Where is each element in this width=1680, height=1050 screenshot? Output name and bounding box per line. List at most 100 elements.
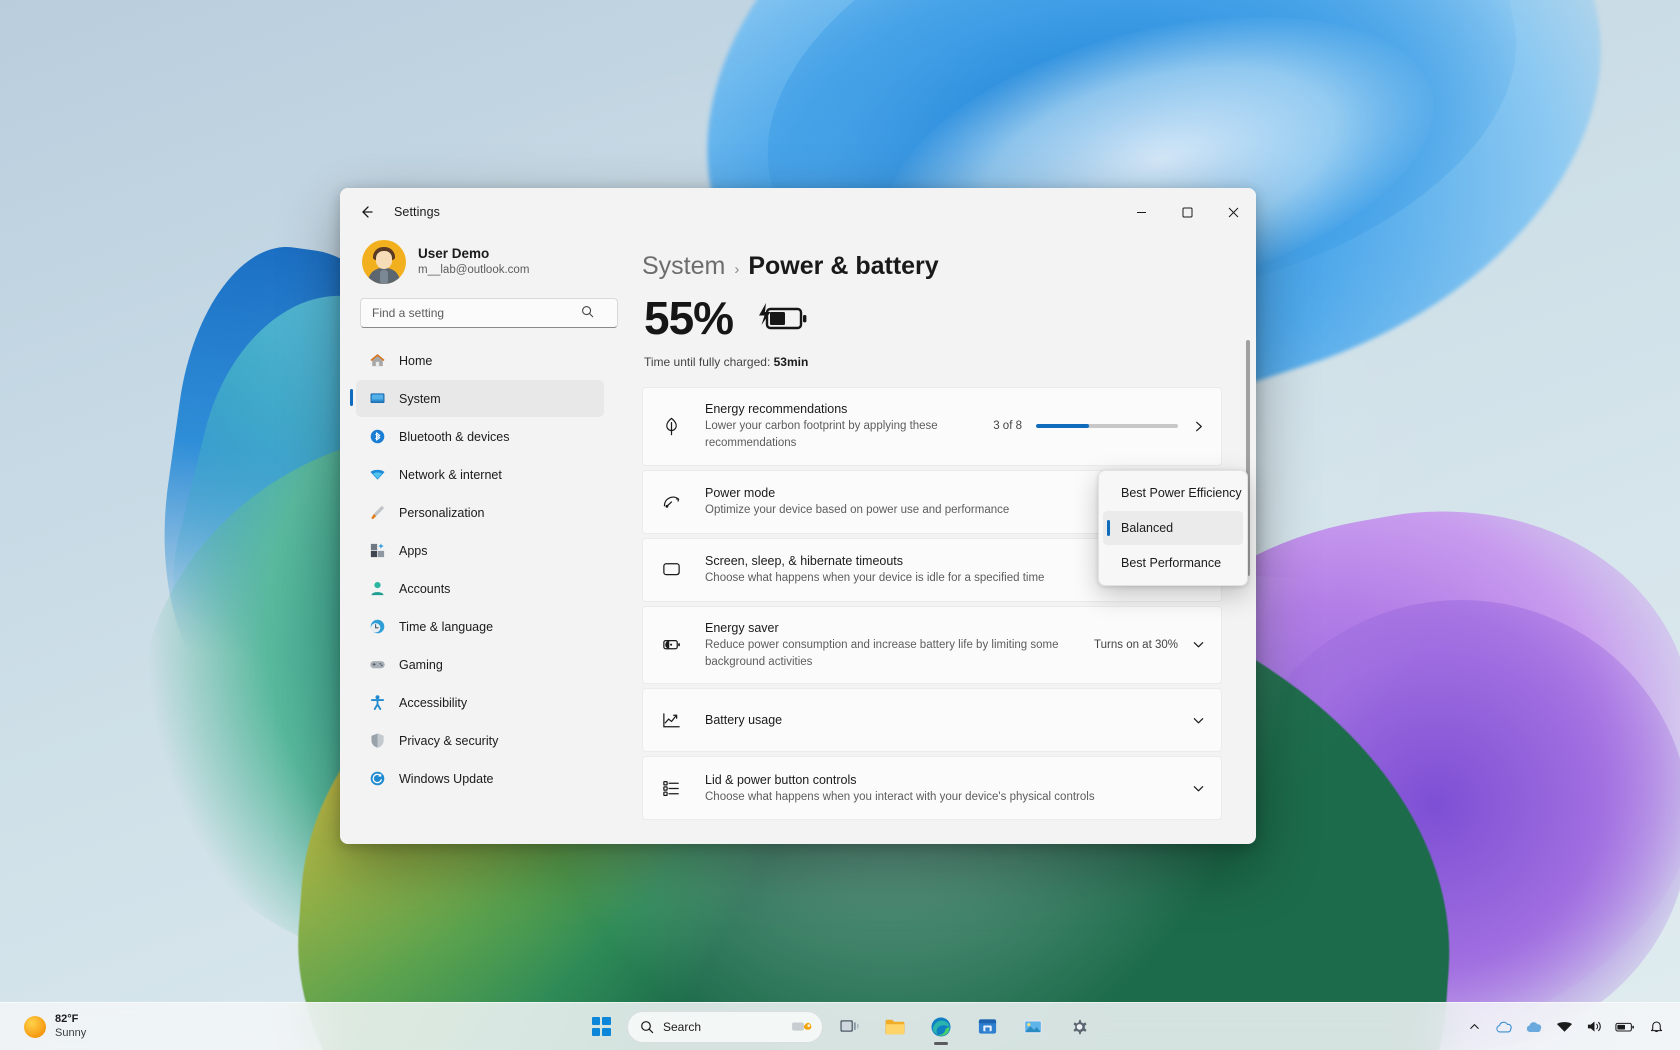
card-trailing bbox=[1192, 714, 1205, 727]
card-title: Lid & power button controls bbox=[705, 772, 857, 787]
sidebar-item-network-internet[interactable]: Network & internet bbox=[356, 456, 604, 493]
card-battery-usage[interactable]: Battery usage bbox=[642, 688, 1222, 753]
sidebar-item-label: Gaming bbox=[399, 657, 443, 672]
sidebar-item-accounts[interactable]: Accounts bbox=[356, 570, 604, 607]
minimize-button[interactable] bbox=[1118, 188, 1164, 236]
card-energy-recommendations[interactable]: Energy recommendations Lower your carbon… bbox=[642, 387, 1222, 466]
sidebar-item-privacy-security[interactable]: Privacy & security bbox=[356, 722, 604, 759]
sidebar-item-label: Home bbox=[399, 353, 433, 368]
file-explorer-button[interactable] bbox=[875, 1007, 915, 1047]
weather-condition: Sunny bbox=[55, 1026, 87, 1039]
task-view-button[interactable] bbox=[829, 1007, 869, 1047]
cloud-sync-icon bbox=[1526, 1021, 1542, 1032]
list-settings-icon bbox=[659, 778, 683, 799]
volume-tray-button[interactable] bbox=[1580, 1011, 1608, 1043]
sidebar-item-apps[interactable]: Apps bbox=[356, 532, 604, 569]
battery-tray-button[interactable] bbox=[1610, 1011, 1640, 1043]
card-text: Battery usage bbox=[705, 699, 1192, 741]
card-trailing bbox=[1192, 782, 1205, 795]
sidebar-item-home[interactable]: Home bbox=[356, 342, 604, 379]
sidebar-item-label: Accessibility bbox=[399, 695, 468, 710]
file-explorer-icon bbox=[885, 1019, 905, 1034]
sidebar: User Demo m__lab@outlook.com Find a sett… bbox=[340, 236, 620, 844]
card-lid-power-button-controls[interactable]: Lid & power button controls Choose what … bbox=[642, 756, 1222, 821]
chevron-right-icon[interactable] bbox=[1192, 420, 1205, 433]
card-trailing: Turns on at 30% bbox=[1094, 638, 1205, 651]
battery-saver-icon bbox=[659, 634, 683, 655]
system-tray bbox=[1460, 1011, 1670, 1043]
card-trailing: 3 of 8 bbox=[993, 420, 1205, 433]
battery-percentage: 55% bbox=[644, 292, 734, 344]
sidebar-item-label: Network & internet bbox=[399, 467, 502, 482]
person-icon bbox=[368, 580, 386, 598]
power-mode-option-balanced[interactable]: Balanced bbox=[1103, 511, 1243, 545]
breadcrumb-parent[interactable]: System bbox=[642, 252, 725, 281]
battery-tray-icon bbox=[1615, 1022, 1634, 1032]
card-description: Choose what happens when your device is … bbox=[705, 572, 1045, 585]
microsoft-store-icon bbox=[978, 1019, 996, 1034]
sidebar-item-accessibility[interactable]: Accessibility bbox=[356, 684, 604, 721]
microsoft-store-button[interactable] bbox=[967, 1007, 1007, 1047]
taskbar-search-box[interactable]: Search bbox=[627, 1010, 823, 1043]
account-email: m__lab@outlook.com bbox=[418, 264, 530, 277]
bluetooth-icon bbox=[368, 428, 386, 446]
taskbar-weather-widget[interactable]: 82°F Sunny bbox=[16, 1010, 94, 1044]
back-button[interactable] bbox=[350, 196, 382, 228]
card-description: Optimize your device based on power use … bbox=[705, 504, 1010, 517]
card-title: Energy saver bbox=[705, 620, 779, 635]
settings-taskbar-button[interactable] bbox=[1059, 1007, 1099, 1047]
window-controls bbox=[1118, 188, 1256, 236]
sidebar-item-system[interactable]: System bbox=[350, 380, 604, 417]
start-button[interactable] bbox=[581, 1007, 621, 1047]
battery-charging-icon bbox=[753, 301, 809, 340]
photos-button[interactable] bbox=[1013, 1007, 1053, 1047]
sidebar-item-label: Bluetooth & devices bbox=[399, 429, 510, 444]
power-mode-option-best-power-efficiency[interactable]: Best Power Efficiency bbox=[1103, 476, 1243, 510]
notification-tray-button[interactable] bbox=[1642, 1011, 1670, 1043]
maximize-button[interactable] bbox=[1164, 188, 1210, 236]
account-tile[interactable]: User Demo m__lab@outlook.com bbox=[356, 236, 604, 296]
sidebar-item-gaming[interactable]: Gaming bbox=[356, 646, 604, 683]
accessibility-person-icon bbox=[368, 694, 386, 712]
gauge-icon bbox=[659, 491, 683, 512]
recommendations-count: 3 of 8 bbox=[993, 420, 1022, 433]
card-description: Choose what happens when you interact wi… bbox=[705, 790, 1095, 803]
card-energy-saver[interactable]: Energy saver Reduce power consumption an… bbox=[642, 605, 1222, 685]
network-wifi-icon bbox=[1556, 1022, 1572, 1032]
charge-time-label: Time until fully charged: bbox=[644, 355, 771, 369]
sidebar-item-time-language[interactable]: Time & language bbox=[356, 608, 604, 645]
sidebar-item-label: Windows Update bbox=[399, 771, 494, 786]
show-hidden-icons-chevron bbox=[1469, 1024, 1479, 1029]
card-description: Lower your carbon footprint by applying … bbox=[705, 420, 938, 450]
sidebar-item-label: Privacy & security bbox=[399, 733, 499, 748]
energy-saver-threshold: Turns on at 30% bbox=[1094, 638, 1178, 651]
close-button[interactable] bbox=[1210, 188, 1256, 236]
card-title: Energy recommendations bbox=[705, 402, 848, 416]
search-input[interactable] bbox=[360, 298, 618, 328]
onedrive-tray-button[interactable] bbox=[1490, 1011, 1518, 1043]
settings-card-list: Energy recommendations Lower your carbon… bbox=[642, 387, 1222, 821]
sidebar-item-bluetooth-devices[interactable]: Bluetooth & devices bbox=[356, 418, 604, 455]
search-icon bbox=[641, 1020, 654, 1033]
battery-status-header: 55% bbox=[644, 295, 1222, 341]
card-text: Lid & power button controls Choose what … bbox=[705, 759, 1192, 818]
show-hidden-icons-button[interactable] bbox=[1460, 1011, 1488, 1043]
option-label: Best Power Efficiency bbox=[1121, 486, 1242, 500]
power-mode-option-best-performance[interactable]: Best Performance bbox=[1103, 546, 1243, 580]
sidebar-item-personalization[interactable]: Personalization bbox=[356, 494, 604, 531]
edge-browser-button[interactable] bbox=[921, 1007, 961, 1047]
taskbar-center-group: Search bbox=[581, 1007, 1099, 1047]
chevron-down-icon[interactable] bbox=[1192, 638, 1205, 651]
recommendations-progress-bar bbox=[1036, 424, 1178, 429]
notification-bell-icon bbox=[1650, 1021, 1662, 1033]
network-tray-button[interactable] bbox=[1550, 1011, 1578, 1043]
option-label: Best Performance bbox=[1121, 556, 1222, 570]
avatar bbox=[362, 240, 406, 284]
account-name: User Demo bbox=[418, 246, 490, 262]
cloud-sync-tray-button[interactable] bbox=[1520, 1011, 1548, 1043]
sidebar-item-windows-update[interactable]: Windows Update bbox=[356, 760, 604, 797]
breadcrumb-separator: › bbox=[734, 261, 740, 278]
chevron-down-icon[interactable] bbox=[1192, 714, 1205, 727]
chevron-down-icon[interactable] bbox=[1192, 782, 1205, 795]
sidebar-item-label: Apps bbox=[399, 543, 428, 558]
